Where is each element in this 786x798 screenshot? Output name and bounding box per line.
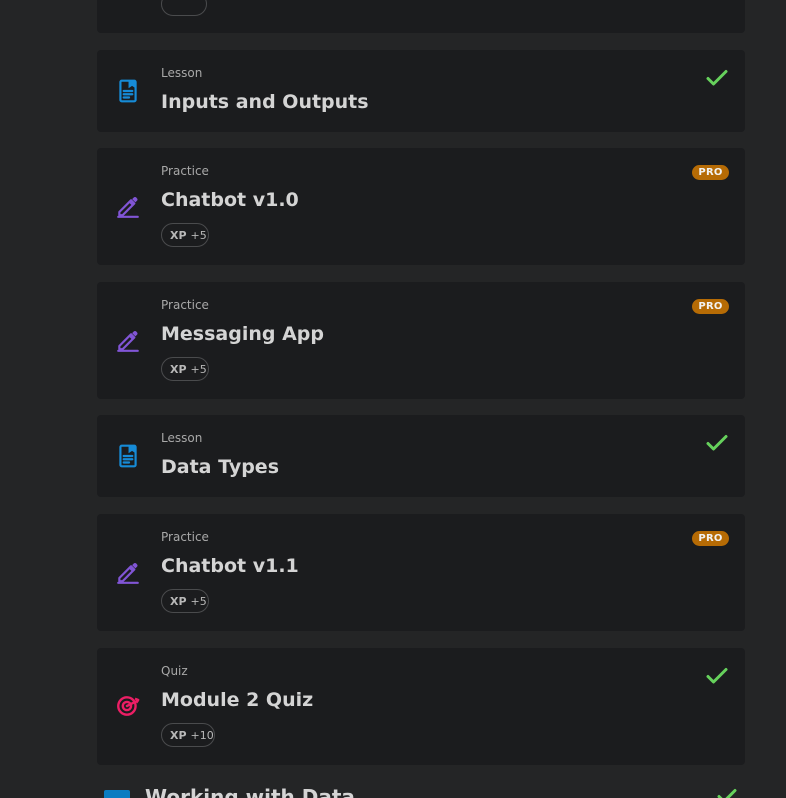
target-icon [115,693,141,719]
module-icon [104,790,130,798]
item-type-label: Practice [161,298,209,312]
document-icon [115,443,141,469]
xp-label: XP [170,594,187,608]
practice-item-chatbot-v1-0[interactable]: Practice Chatbot v1.0 XP +5 PRO [97,148,745,265]
item-type-label: Practice [161,164,209,178]
check-icon [705,666,729,686]
xp-pill [161,0,207,16]
check-icon [716,787,738,798]
xp-pill: XP +5 [161,223,209,247]
quiz-item-module-2[interactable]: Quiz Module 2 Quiz XP +10 [97,648,745,765]
item-title: Data Types [161,456,279,478]
practice-item-messaging-app[interactable]: Practice Messaging App XP +5 PRO [97,282,745,399]
item-title: Module 2 Quiz [161,689,314,711]
xp-value: +5 [190,594,207,608]
check-icon [705,68,729,88]
xp-pill: XP +5 [161,357,209,381]
practice-item-chatbot-v1-1[interactable]: Practice Chatbot v1.1 XP +5 PRO [97,514,745,631]
pencil-icon [115,193,141,219]
lesson-item-data-types[interactable]: Lesson Data Types [97,415,745,497]
module-title[interactable]: Working with Data [145,785,355,798]
pro-badge: PRO [692,299,729,314]
xp-value: +5 [190,362,207,376]
document-icon [115,78,141,104]
xp-pill: XP +5 [161,589,209,613]
xp-label: XP [170,362,187,376]
xp-label: XP [170,228,187,242]
lesson-item-inputs-outputs[interactable]: Lesson Inputs and Outputs [97,50,745,132]
item-type-label: Practice [161,530,209,544]
xp-value: +5 [190,228,207,242]
pro-badge: PRO [692,165,729,180]
xp-value: +10 [190,728,214,742]
xp-label: XP [170,728,187,742]
course-content-page: Lesson Inputs and Outputs Practice Chatb… [0,0,786,798]
xp-pill: XP +10 [161,723,215,747]
pencil-icon [115,559,141,585]
item-title: Chatbot v1.1 [161,555,299,577]
item-type-label: Lesson [161,431,203,445]
pro-badge: PRO [692,531,729,546]
check-icon [705,433,729,453]
previous-item-card[interactable] [97,0,745,33]
item-title: Messaging App [161,323,324,345]
pencil-icon [115,327,141,353]
item-type-label: Lesson [161,66,203,80]
item-type-label: Quiz [161,664,188,678]
item-title: Chatbot v1.0 [161,189,299,211]
item-title: Inputs and Outputs [161,91,369,113]
